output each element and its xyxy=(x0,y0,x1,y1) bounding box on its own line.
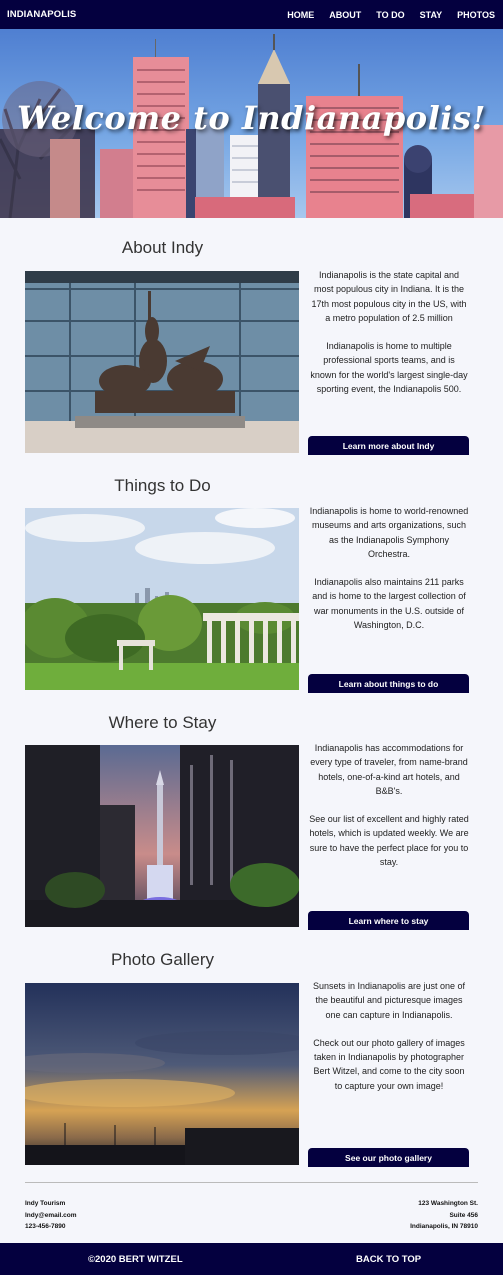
section-paragraph: Indianapolis is the state capital and mo… xyxy=(311,270,467,323)
address-line: 123 Washington St. xyxy=(418,1200,478,1207)
footer-divider xyxy=(25,1182,478,1183)
footer-bar: ©2020 BERT WITZEL BACK TO TOP xyxy=(0,1243,503,1275)
section-title-about: About Indy xyxy=(121,238,204,257)
contact-info: Indy Tourism Indy@email.com 123-456-7890 xyxy=(25,1198,77,1233)
section-title-things-to-do: Things to Do xyxy=(114,476,211,495)
top-nav: INDIANAPOLIS HOME ABOUT TO DO STAY PHOTO… xyxy=(0,0,503,29)
nav-menu: HOME ABOUT TO DO STAY PHOTOS xyxy=(272,10,495,20)
address-line: Indianapolis, IN 78910 xyxy=(410,1223,478,1230)
sunset-image xyxy=(25,983,299,1165)
section-paragraph: Indianapolis has accommodations for ever… xyxy=(310,743,468,796)
learn-where-to-stay-button[interactable]: Learn where to stay xyxy=(308,911,469,930)
monument-circle-image xyxy=(25,745,299,927)
section-title-where-to-stay: Where to Stay xyxy=(108,713,217,732)
section-paragraph: See our list of excellent and highly rat… xyxy=(309,814,469,868)
address-line: Suite 456 xyxy=(449,1211,478,1219)
copyright-text: ©2020 BERT WITZEL xyxy=(88,1254,183,1265)
learn-more-about-indy-button[interactable]: Learn more about Indy xyxy=(308,436,469,455)
park-image xyxy=(25,508,299,690)
statue-image xyxy=(25,271,299,453)
see-photo-gallery-button[interactable]: See our photo gallery xyxy=(308,1148,469,1167)
section-paragraph: Indianapolis is home to world-renowned m… xyxy=(309,506,469,559)
site-brand[interactable]: INDIANAPOLIS xyxy=(7,9,76,20)
section-paragraph: Check out our photo gallery of images ta… xyxy=(313,1037,465,1091)
org-name: Indy Tourism xyxy=(25,1200,66,1207)
section-title-photo-gallery: Photo Gallery xyxy=(111,950,214,969)
nav-link-stay[interactable]: STAY xyxy=(420,10,443,20)
section-paragraph: Indianapolis is home to multiple profess… xyxy=(310,341,468,395)
back-to-top-link[interactable]: BACK TO TOP xyxy=(356,1254,421,1265)
section-paragraph: Sunsets in Indianapolis are just one of … xyxy=(312,981,466,1020)
nav-link-about[interactable]: ABOUT xyxy=(329,10,361,20)
address-info: 123 Washington St. Suite 456 Indianapoli… xyxy=(410,1198,478,1233)
section-text-things-to-do: Indianapolis is home to world-renowned m… xyxy=(309,504,469,632)
nav-link-home[interactable]: HOME xyxy=(287,10,314,20)
phone-number: 123-456-7890 xyxy=(25,1223,66,1230)
email-link[interactable]: Indy@email.com xyxy=(25,1210,77,1222)
nav-link-to-do[interactable]: TO DO xyxy=(376,10,404,20)
section-text-where-to-stay: Indianapolis has accommodations for ever… xyxy=(309,741,469,869)
section-paragraph: Indianapolis also maintains 211 parks an… xyxy=(312,577,466,631)
hero-banner: Welcome to Indianapolis! xyxy=(0,29,503,218)
section-text-photo-gallery: Sunsets in Indianapolis are just one of … xyxy=(309,979,469,1093)
learn-about-things-to-do-button[interactable]: Learn about things to do xyxy=(308,674,469,693)
hero-title: Welcome to Indianapolis! xyxy=(17,99,486,137)
section-text-about: Indianapolis is the state capital and mo… xyxy=(309,268,469,396)
nav-link-photos[interactable]: PHOTOS xyxy=(457,10,495,20)
